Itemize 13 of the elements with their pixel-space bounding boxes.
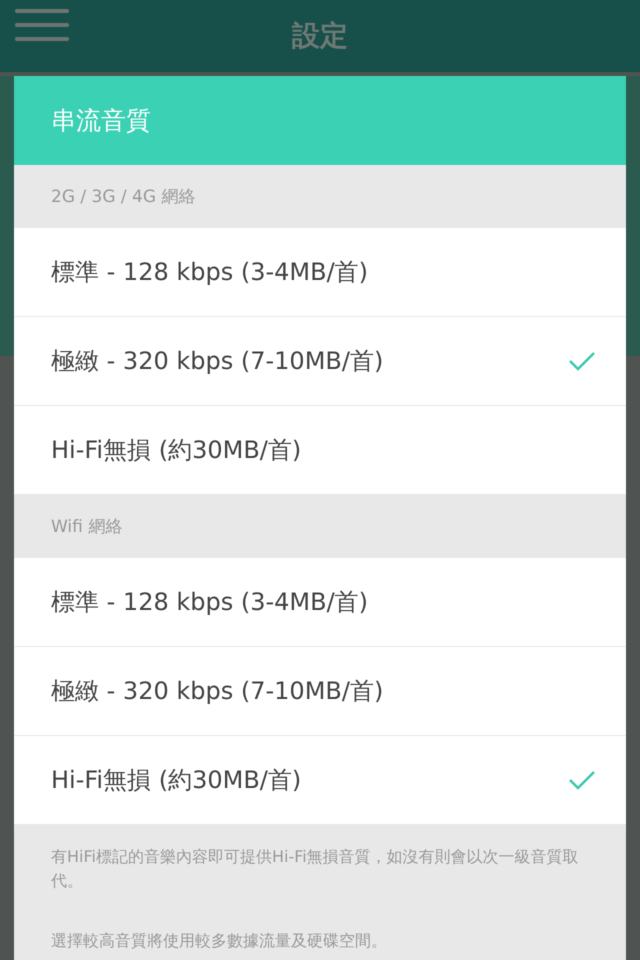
- menu-icon[interactable]: [15, 6, 69, 44]
- note-text: 選擇較高音質將使用較多數據流量及硬碟空間。: [51, 930, 388, 952]
- quality-option[interactable]: 極緻 - 320 kbps (7-10MB/首): [14, 317, 626, 406]
- quality-option[interactable]: Hi-Fi無損 (約30MB/首): [14, 406, 626, 495]
- app-bar-title: 設定: [292, 18, 348, 54]
- dialog-title: 串流音質: [14, 76, 626, 165]
- quality-option[interactable]: 標準 - 128 kbps (3-4MB/首): [14, 228, 626, 317]
- section-header: Wifi 網絡: [50, 516, 124, 539]
- note-text: 有HiFi標記的音樂內容即可提供Hi-Fi無損音質，如沒有則會以次一級音質取代。: [51, 846, 580, 892]
- section-header: 2G / 3G / 4G 網絡: [50, 186, 196, 209]
- quality-option[interactable]: Hi-Fi無損 (約30MB/首): [14, 736, 626, 825]
- quality-option[interactable]: 標準 - 128 kbps (3-4MB/首): [14, 558, 626, 647]
- quality-option[interactable]: 極緻 - 320 kbps (7-10MB/首): [14, 647, 626, 736]
